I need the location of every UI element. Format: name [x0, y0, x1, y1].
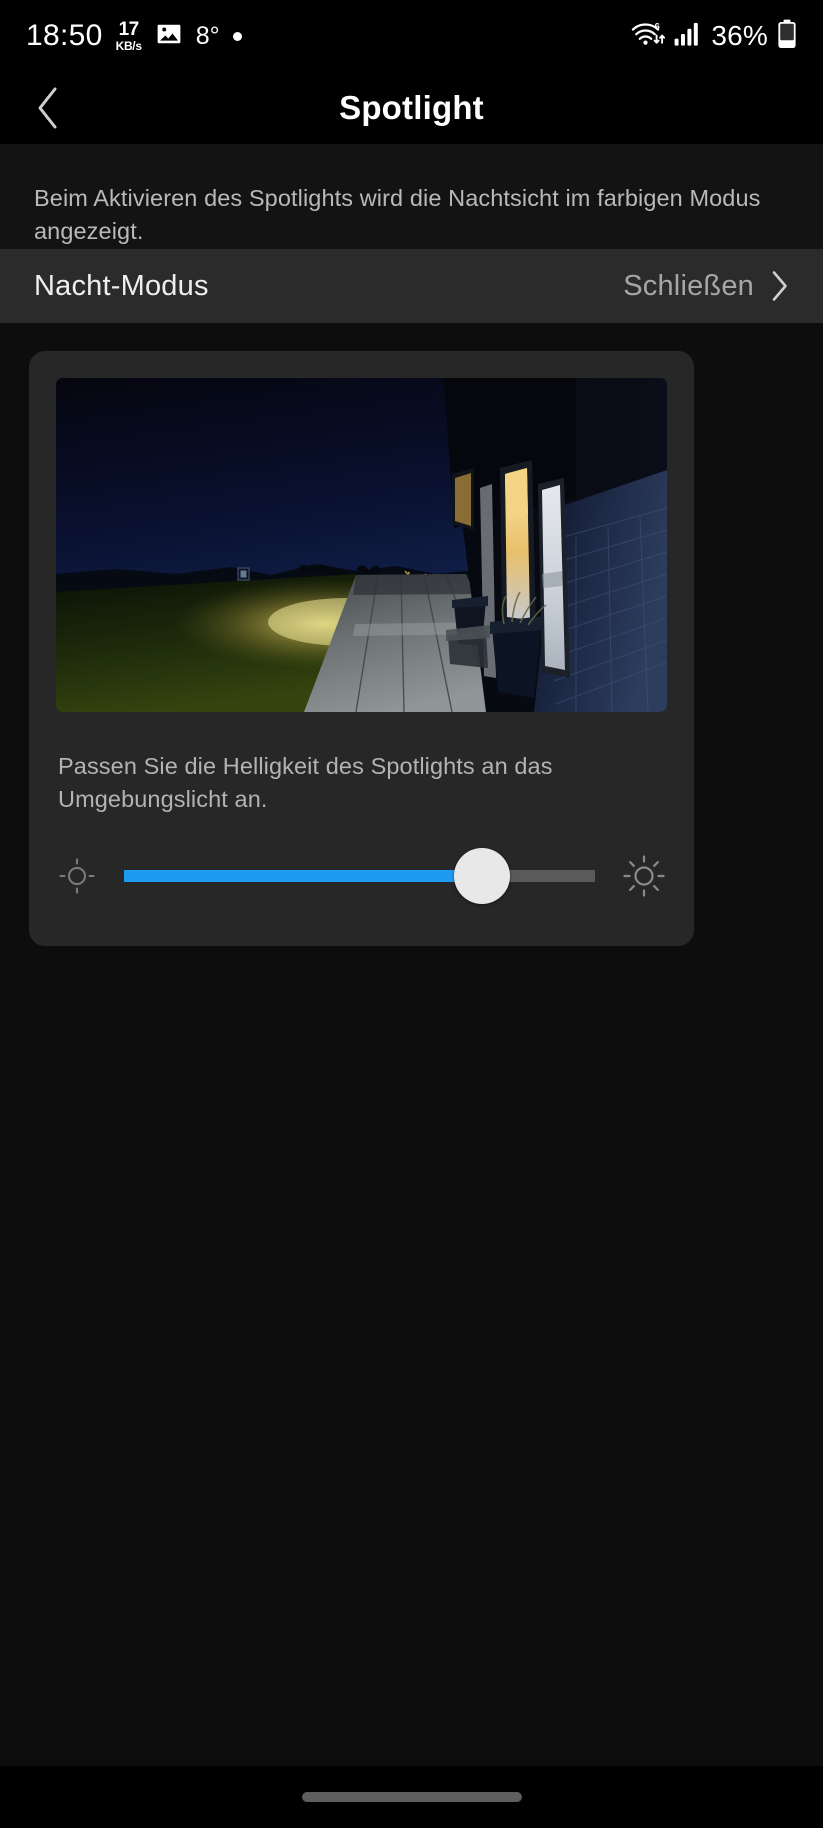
network-speed-unit: KB/s: [115, 39, 142, 53]
spotlight-brightness-card: Passen Sie die Helligkeit des Spotlights…: [29, 351, 694, 946]
brightness-high-icon: [623, 855, 665, 897]
chevron-right-icon: [772, 271, 787, 301]
network-speed-indicator: 17 KB/s: [116, 20, 142, 52]
status-time: 18:50: [26, 19, 103, 52]
network-speed-value: 17: [118, 19, 140, 40]
back-chevron-icon: [38, 87, 57, 129]
navigation-bar: [0, 1766, 823, 1828]
app-bar: Spotlight: [0, 72, 823, 144]
image-icon: [155, 21, 183, 52]
card-description-text: Passen Sie die Helligkeit des Spotlights…: [58, 753, 553, 813]
night-mode-label: Nacht-Modus: [34, 269, 209, 302]
battery-icon: [777, 19, 797, 54]
night-mode-row[interactable]: Nacht-Modus Schließen: [0, 249, 823, 323]
description-text: Beim Aktivieren des Spotlights wird die …: [34, 185, 761, 245]
description-section: Beim Aktivieren des Spotlights wird die …: [0, 144, 823, 249]
svg-text:6: 6: [655, 21, 660, 32]
night-mode-value: Schließen: [623, 269, 754, 302]
dot-indicator-icon: [232, 31, 242, 41]
home-gesture-pill[interactable]: [301, 1792, 522, 1802]
phone-screen: 18:50 17 KB/s 8° 6 36% Spotlight Beim Ak…: [0, 0, 823, 1828]
back-button[interactable]: [0, 72, 96, 144]
cellular-signal-icon: [674, 21, 702, 52]
night-camera-preview: [56, 378, 667, 712]
page-title: Spotlight: [339, 89, 484, 126]
status-bar: 18:50 17 KB/s 8° 6 36%: [0, 0, 823, 72]
preview-illustration: [56, 378, 667, 712]
status-bar-right: 6 36%: [631, 19, 797, 54]
brightness-low-icon: [59, 858, 95, 894]
status-temperature: 8°: [195, 21, 220, 50]
brightness-slider[interactable]: [124, 833, 595, 919]
battery-percent-label: 36%: [711, 20, 768, 51]
wifi-6-icon: 6: [631, 20, 666, 53]
slider-thumb[interactable]: [453, 848, 510, 904]
slider-fill: [124, 870, 482, 882]
status-bar-left: 18:50 17 KB/s 8°: [26, 19, 631, 53]
brightness-slider-row: [56, 833, 667, 919]
